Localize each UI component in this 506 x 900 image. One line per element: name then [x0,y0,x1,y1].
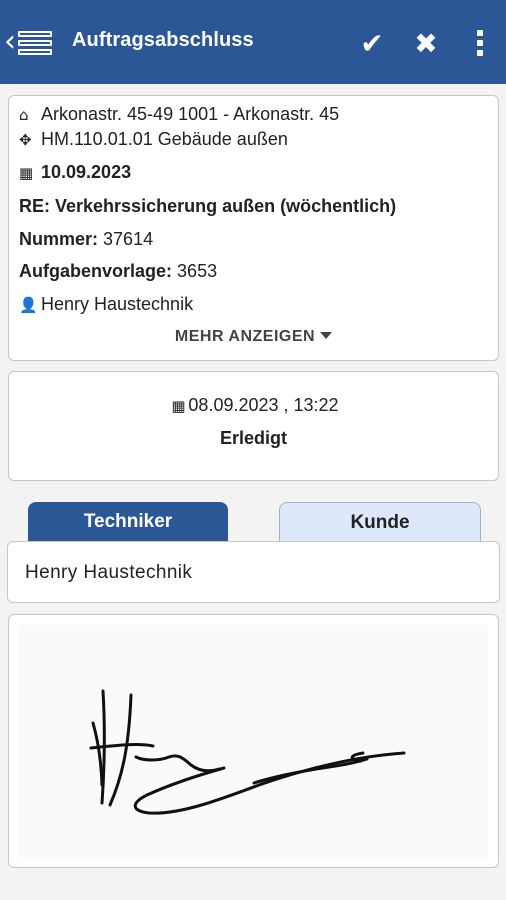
user-icon: 👤 [19,295,38,314]
address-line: ⌂ Arkonastr. 45-49 1001 - Arkonastr. 45 [19,104,339,125]
signature-card [8,614,499,868]
order-title: RE: Verkehrssicherung außen (wöchentlich… [19,196,397,216]
person-name: Henry Haustechnik [41,294,194,314]
completion-datetime-line: ▦ 08.09.2023 , 13:22 [9,395,498,416]
vertical-dots-icon [477,30,483,36]
person-line: 👤 Henry Haustechnik [19,294,193,315]
show-more-button[interactable]: MEHR ANZEIGEN [9,328,498,346]
back-button[interactable]: ‹ [4,24,60,62]
template-line: Aufgabenvorlage: 3653 [19,261,217,282]
object-line: ✥ HM.110.01.01 Gebäude außen [19,129,288,150]
order-date: 10.09.2023 [41,162,132,182]
signature-drawing [89,689,406,815]
date-line: ▦ 10.09.2023 [19,162,131,183]
template-value: 3653 [177,261,218,281]
order-info-card: ⌂ Arkonastr. 45-49 1001 - Arkonastr. 45 … [8,95,499,361]
address-text: Arkonastr. 45-49 1001 - Arkonastr. 45 [41,104,340,124]
chevron-left-icon: ‹ [4,24,16,59]
app-header: ‹ Auftragsabschluss ✔ ✖ [0,0,506,84]
home-icon: ⌂ [19,105,29,124]
signature-pad[interactable] [19,625,488,857]
calendar-icon: ▦ [171,397,186,415]
number-label: Nummer: [19,229,99,249]
checkmark-icon: ✔ [360,26,384,60]
puzzle-icon: ✥ [19,130,32,149]
close-icon: ✖ [414,26,438,60]
show-more-label: MEHR ANZEIGEN [174,328,316,345]
tab-kunde[interactable]: Kunde [279,502,481,542]
object-text: HM.110.01.01 Gebäude außen [41,129,288,149]
completion-datetime: 08.09.2023 , 13:22 [188,395,339,415]
number-line: Nummer: 37614 [19,229,153,250]
cancel-button[interactable]: ✖ [406,24,446,62]
more-options-button[interactable] [462,24,498,62]
tab-techniker[interactable]: Techniker [28,502,228,542]
completion-status-card: ▦ 08.09.2023 , 13:22 Erledigt [8,371,499,481]
status-text: Erledigt [219,428,287,448]
template-label: Aufgabenvorlage: [19,261,173,281]
confirm-button[interactable]: ✔ [352,24,392,62]
signer-name-field[interactable]: Henry Haustechnik [7,541,500,603]
page-title: Auftragsabschluss [72,29,254,51]
list-icon [18,31,52,55]
calendar-icon: ▦ [19,163,34,182]
caret-down-icon [320,331,333,339]
signer-name: Henry Haustechnik [25,562,193,583]
number-value: 37614 [103,229,154,249]
